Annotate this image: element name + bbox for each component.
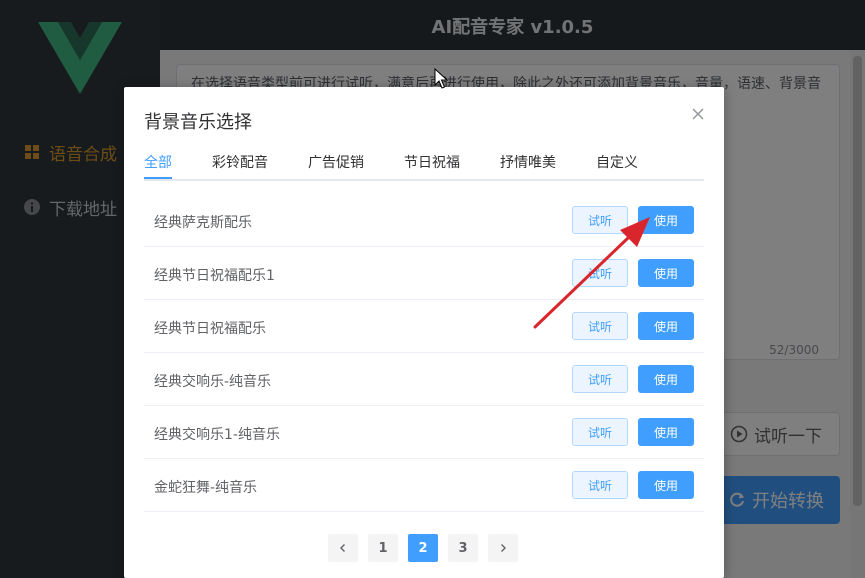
active-tab-indicator: [144, 177, 172, 179]
preview-music-button[interactable]: 试听: [572, 206, 628, 234]
prev-page-button[interactable]: [328, 534, 358, 562]
use-music-button[interactable]: 使用: [638, 312, 694, 340]
use-music-button[interactable]: 使用: [638, 365, 694, 393]
chevron-left-icon: [340, 544, 345, 552]
bgm-select-dialog: 背景音乐选择 全部 彩铃配音 广告促销 节日祝福 抒情唯美 自定义 经典萨克斯配…: [124, 87, 724, 578]
chevron-right-icon: [501, 544, 506, 552]
list-item: 经典节日祝福配乐 试听 使用: [144, 300, 704, 353]
music-name: 金蛇狂舞-纯音乐: [154, 480, 258, 496]
use-music-button[interactable]: 使用: [638, 206, 694, 234]
list-item: 经典交响乐-纯音乐 试听 使用: [144, 353, 704, 406]
list-item: 金蛇狂舞-纯音乐 试听 使用: [144, 459, 704, 512]
tab-promotion[interactable]: 广告促销: [308, 152, 364, 172]
preview-music-button[interactable]: 试听: [572, 259, 628, 287]
use-music-button[interactable]: 使用: [638, 471, 694, 499]
list-item: 经典萨克斯配乐 试听 使用: [144, 194, 704, 247]
tab-custom[interactable]: 自定义: [596, 152, 638, 172]
music-name: 经典交响乐1-纯音乐: [154, 427, 280, 443]
preview-music-button[interactable]: 试听: [572, 418, 628, 446]
page-2-button[interactable]: 2: [408, 534, 438, 562]
music-name: 经典萨克斯配乐: [154, 215, 252, 231]
tab-holiday[interactable]: 节日祝福: [404, 152, 460, 172]
mouse-cursor-icon: [434, 68, 448, 89]
page-1-button[interactable]: 1: [368, 534, 398, 562]
use-music-button[interactable]: 使用: [638, 418, 694, 446]
use-music-button[interactable]: 使用: [638, 259, 694, 287]
music-name: 经典交响乐-纯音乐: [154, 374, 272, 390]
close-icon[interactable]: [690, 106, 706, 122]
music-name: 经典节日祝福配乐1: [154, 268, 275, 284]
tab-lyrical[interactable]: 抒情唯美: [500, 152, 556, 172]
preview-music-button[interactable]: 试听: [572, 312, 628, 340]
category-tabs: 全部 彩铃配音 广告促销 节日祝福 抒情唯美 自定义: [144, 145, 704, 181]
preview-music-button[interactable]: 试听: [572, 471, 628, 499]
tab-all[interactable]: 全部: [144, 152, 172, 172]
list-item: 经典交响乐1-纯音乐 试听 使用: [144, 406, 704, 459]
preview-music-button[interactable]: 试听: [572, 365, 628, 393]
tab-ringtone[interactable]: 彩铃配音: [212, 152, 268, 172]
dialog-title: 背景音乐选择: [144, 112, 252, 133]
page-3-button[interactable]: 3: [448, 534, 478, 562]
music-name: 经典节日祝福配乐: [154, 321, 266, 337]
list-item: 经典节日祝福配乐1 试听 使用: [144, 247, 704, 300]
next-page-button[interactable]: [488, 534, 518, 562]
